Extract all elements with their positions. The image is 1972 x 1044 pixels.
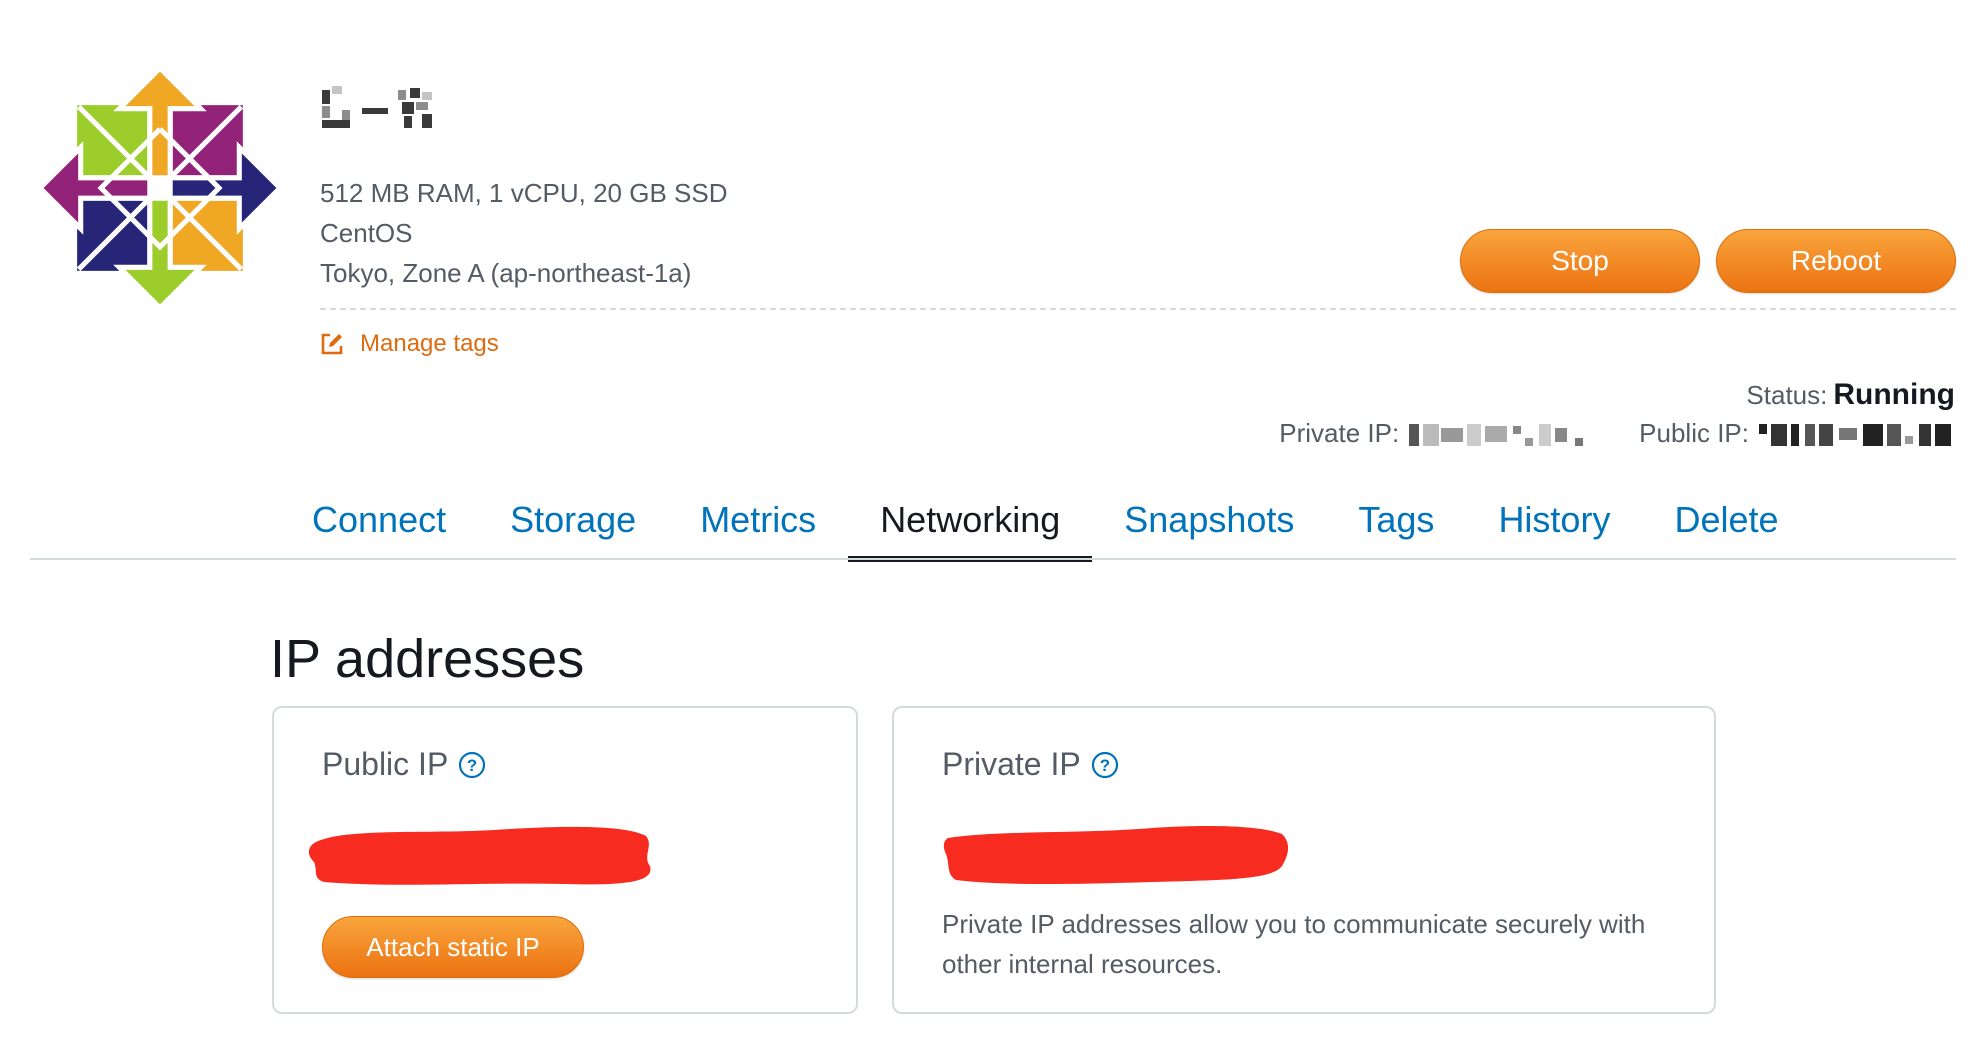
instance-os: CentOS	[320, 218, 413, 248]
private-ip-description: Private IP addresses allow you to commun…	[942, 909, 1646, 979]
public-ip-value-redacted	[308, 826, 651, 885]
status-line: Status: Running	[1746, 378, 1955, 412]
tabs-divider	[30, 558, 1956, 560]
tab-metrics[interactable]: Metrics	[668, 490, 848, 560]
tab-delete[interactable]: Delete	[1642, 490, 1810, 560]
private-ip-value-redacted	[943, 826, 1289, 884]
instance-name-redacted	[318, 86, 468, 150]
tab-snapshots[interactable]: Snapshots	[1092, 490, 1326, 560]
status-badge: Running	[1833, 378, 1955, 411]
header-divider	[320, 308, 1956, 310]
public-ip-redacted	[1759, 420, 1955, 448]
stop-button[interactable]: Stop	[1460, 229, 1700, 293]
tab-connect[interactable]: Connect	[280, 490, 478, 560]
section-title: IP addresses	[270, 629, 585, 689]
ip-summary: Private IP: Public IP:	[1279, 418, 1955, 449]
svg-text:?: ?	[1100, 756, 1110, 775]
centos-logo-icon	[38, 66, 282, 310]
help-icon[interactable]: ?	[1091, 751, 1119, 779]
svg-text:?: ?	[467, 756, 477, 775]
help-icon[interactable]: ?	[458, 751, 486, 779]
public-ip-card-label: Public IP	[322, 746, 449, 782]
status-label: Status:	[1746, 380, 1828, 410]
private-ip-header: Private IP ?	[942, 746, 1119, 783]
manage-tags-link[interactable]: Manage tags	[320, 330, 499, 358]
private-ip-card-label: Private IP	[942, 746, 1081, 782]
private-ip-redacted	[1409, 420, 1599, 448]
edit-icon	[321, 333, 343, 355]
tab-storage[interactable]: Storage	[478, 490, 668, 560]
tab-networking[interactable]: Networking	[848, 490, 1093, 562]
public-ip-label: Public IP:	[1639, 418, 1749, 448]
private-ip-card: Private IP ? Private IP addresses allow …	[892, 706, 1716, 1014]
reboot-button[interactable]: Reboot	[1716, 229, 1956, 293]
instance-zone: Tokyo, Zone A (ap-northeast-1a)	[320, 258, 692, 288]
tab-history[interactable]: History	[1466, 490, 1642, 560]
manage-tags-label: Manage tags	[360, 330, 499, 357]
instance-specs: 512 MB RAM, 1 vCPU, 20 GB SSD	[320, 178, 728, 208]
tab-tags[interactable]: Tags	[1326, 490, 1466, 560]
instance-tabs: Connect Storage Metrics Networking Snaps…	[280, 490, 1811, 562]
public-ip-header: Public IP ?	[322, 746, 486, 783]
instance-page: 512 MB RAM, 1 vCPU, 20 GB SSD CentOS Tok…	[0, 0, 1972, 1044]
private-ip-label: Private IP:	[1279, 418, 1400, 448]
attach-static-ip-button[interactable]: Attach static IP	[322, 916, 584, 978]
public-ip-card: Public IP ? Attach static IP	[272, 706, 858, 1014]
